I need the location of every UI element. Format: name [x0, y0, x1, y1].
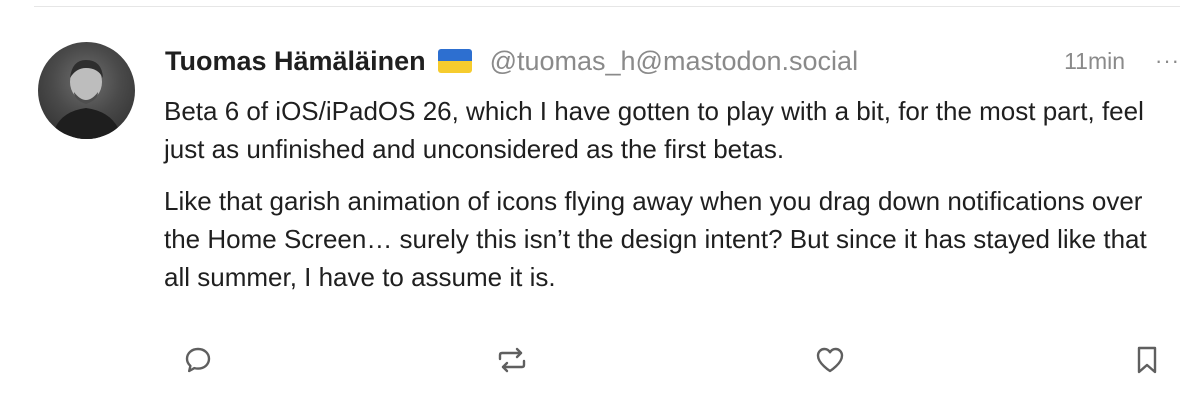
divider [34, 6, 1180, 7]
reply-icon [185, 347, 211, 373]
post-content: Beta 6 of iOS/iPadOS 26, which I have go… [164, 92, 1164, 310]
avatar[interactable] [38, 42, 135, 139]
post-timestamp[interactable]: 11min [1064, 48, 1125, 75]
favourite-button[interactable] [810, 340, 850, 380]
ukraine-flag-icon [437, 49, 472, 73]
author-handle[interactable]: @tuomas_h@mastodon.social [490, 46, 859, 77]
post-header: Tuomas Hämäläinen @tuomas_h@mastodon.soc… [165, 42, 1180, 80]
avatar-portrait [52, 60, 122, 139]
post-actions [0, 340, 1204, 380]
bookmark-icon [1137, 346, 1157, 374]
post-paragraph: Beta 6 of iOS/iPadOS 26, which I have go… [164, 96, 1144, 164]
reply-button[interactable] [178, 340, 218, 380]
bookmark-button[interactable] [1127, 340, 1167, 380]
boost-icon [498, 347, 526, 373]
more-options-button[interactable]: ··· [1155, 48, 1180, 74]
heart-icon [816, 347, 844, 373]
boost-button[interactable] [492, 340, 532, 380]
post-card: Tuomas Hämäläinen @tuomas_h@mastodon.soc… [0, 0, 1204, 406]
author-display-name[interactable]: Tuomas Hämäläinen [165, 46, 426, 77]
post-paragraph: Like that garish animation of icons flyi… [164, 186, 1147, 292]
